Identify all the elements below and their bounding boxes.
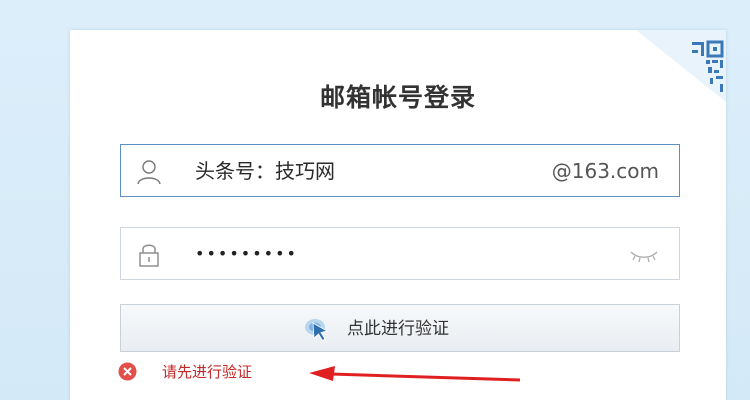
red-annotation-arrow <box>309 366 521 382</box>
login-panel: 邮箱帐号登录 头条号：技巧网 @163.com ••••••••• 点此进行验证… <box>70 30 726 400</box>
email-domain-suffix: @163.com <box>551 159 659 183</box>
error-message-text: 请先进行验证 <box>162 363 253 381</box>
password-field[interactable]: ••••••••• <box>120 227 680 280</box>
account-field[interactable]: 头条号：技巧网 @163.com <box>120 144 680 197</box>
account-input-value[interactable]: 头条号：技巧网 <box>195 157 335 185</box>
login-title: 邮箱帐号登录 <box>319 83 476 112</box>
verify-button-label: 点此进行验证 <box>347 319 449 339</box>
verify-button[interactable]: 点此进行验证 <box>120 304 680 352</box>
page-background: 邮箱帐号登录 头条号：技巧网 @163.com ••••••••• 点此进行验证… <box>0 0 750 400</box>
cursor-click-icon <box>305 319 329 342</box>
eye-closed-icon[interactable] <box>629 246 659 264</box>
password-input-value[interactable]: ••••••••• <box>195 240 298 268</box>
error-circle-icon <box>118 362 137 381</box>
user-icon <box>137 160 161 185</box>
lock-icon <box>139 244 159 267</box>
